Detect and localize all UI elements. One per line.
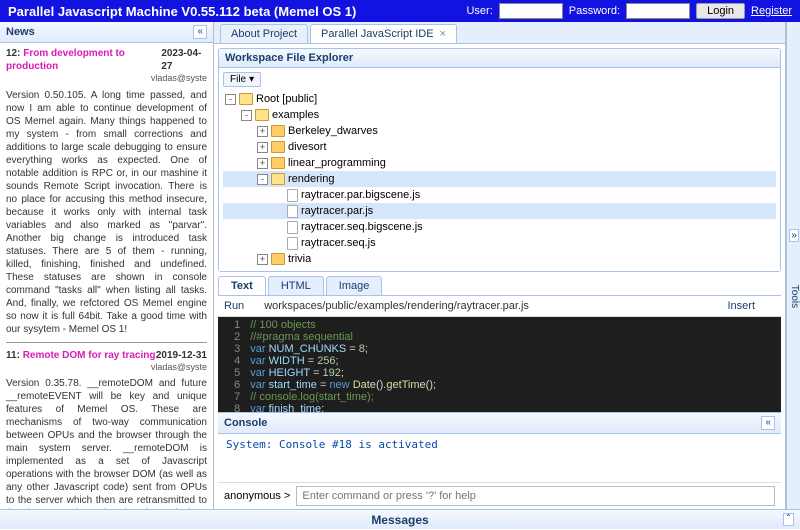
news-header: News « [0, 22, 213, 43]
tree-toggle-icon[interactable]: + [257, 142, 268, 153]
login-area: User: Password: Login Register [466, 3, 792, 19]
console-header: Console « [218, 413, 781, 434]
tree-folder[interactable]: + Berkeley_dwarves [223, 123, 776, 139]
file-icon [287, 189, 298, 202]
close-icon[interactable]: × [440, 28, 446, 40]
folder-icon [271, 141, 285, 153]
news-item: 12: From development to production2023-0… [6, 47, 207, 343]
editor-tab-text[interactable]: Text [218, 276, 266, 295]
password-input[interactable] [626, 3, 690, 19]
explorer-header: Workspace File Explorer [219, 49, 780, 68]
tree-toggle-icon[interactable] [273, 206, 284, 217]
tree-toggle-icon[interactable]: - [241, 110, 252, 121]
tab-parallel-javascript-ide[interactable]: Parallel JavaScript IDE× [310, 24, 457, 43]
messages-bar[interactable]: Messages ˆ [0, 509, 800, 529]
register-link[interactable]: Register [751, 5, 792, 17]
folder-icon [271, 157, 285, 169]
chevron-down-icon: ▾ [249, 74, 254, 85]
prompt-label: anonymous > [224, 490, 290, 502]
tree-label: divesort [288, 141, 327, 153]
tree-toggle-icon[interactable] [273, 238, 284, 249]
file-icon [287, 205, 298, 218]
file-path: workspaces/public/examples/rendering/ray… [264, 300, 529, 312]
messages-expand-button[interactable]: ˆ [783, 513, 794, 526]
file-explorer: Workspace File Explorer File ▾ -Root [pu… [218, 48, 781, 272]
tree-folder[interactable]: - examples [223, 107, 776, 123]
news-title-label: News [6, 26, 35, 38]
file-icon [287, 237, 298, 250]
editor-tab-html[interactable]: HTML [268, 276, 324, 295]
messages-label: Messages [371, 513, 428, 527]
main-tabstrip: About ProjectParallel JavaScript IDE× [214, 22, 785, 44]
folder-icon [271, 173, 285, 185]
gutter: 1234567891011 [218, 317, 246, 412]
news-item: 11: Remote DOM for ray tracing2019-12-31… [6, 349, 207, 509]
tools-strip[interactable]: » Tools [786, 22, 800, 509]
tree-toggle-icon[interactable]: + [257, 254, 268, 265]
tree-file[interactable]: raytracer.par.bigscene.js [223, 187, 776, 203]
tree-label: examples [272, 109, 319, 121]
file-tree: -Root [public]-examples+Berkeley_dwarves… [223, 91, 776, 267]
app-title: Parallel Javascript Machine V0.55.112 be… [8, 4, 466, 19]
tree-toggle-icon[interactable] [273, 222, 284, 233]
tree-file[interactable]: raytracer.seq.bigscene.js [223, 219, 776, 235]
tree-toggle-icon[interactable]: - [257, 174, 268, 185]
user-label: User: [466, 5, 492, 17]
tab-about-project[interactable]: About Project [220, 24, 308, 43]
tree-folder[interactable]: + divesort [223, 139, 776, 155]
code-lines[interactable]: // 100 objects //#pragma sequential var … [246, 317, 563, 412]
tools-label: Tools [789, 285, 800, 308]
login-button[interactable]: Login [696, 3, 745, 19]
console-title: Console [224, 417, 267, 429]
tree-toggle-icon[interactable]: + [257, 158, 268, 169]
tree-file[interactable]: raytracer.seq.js [223, 235, 776, 251]
folder-icon [239, 93, 253, 105]
tree-toggle-icon[interactable]: - [225, 94, 236, 105]
ide-body: Workspace File Explorer File ▾ -Root [pu… [214, 44, 785, 509]
tree-folder[interactable]: + linear_programming [223, 155, 776, 171]
command-row: anonymous > [218, 482, 781, 509]
folder-icon [255, 109, 269, 121]
center-panel: About ProjectParallel JavaScript IDE× Wo… [214, 22, 786, 509]
code-editor[interactable]: 1234567891011 // 100 objects //#pragma s… [218, 317, 781, 412]
folder-icon [271, 125, 285, 137]
explorer-title: Workspace File Explorer [225, 52, 353, 64]
tree-label: raytracer.seq.bigscene.js [301, 221, 423, 233]
file-icon [287, 221, 298, 234]
app-header: Parallel Javascript Machine V0.55.112 be… [0, 0, 800, 22]
tree-label: rendering [288, 173, 334, 185]
news-collapse-button[interactable]: « [193, 25, 207, 39]
insert-indicator: Insert [727, 300, 755, 312]
tree-folder[interactable]: - rendering [223, 171, 776, 187]
tree-label: raytracer.seq.js [301, 237, 376, 249]
runbar: Run workspaces/public/examples/rendering… [218, 296, 781, 317]
tree-label: Root [public] [256, 93, 317, 105]
tree-label: raytracer.par.js [301, 205, 373, 217]
tree-label: raytracer.par.bigscene.js [301, 189, 420, 201]
news-panel: News « 12: From development to productio… [0, 22, 214, 509]
tools-expand-button[interactable]: » [789, 229, 799, 242]
editor-tab-image[interactable]: Image [326, 276, 383, 295]
tree-file[interactable]: raytracer.par.js [223, 203, 776, 219]
user-input[interactable] [499, 3, 563, 19]
tree-label: linear_programming [288, 157, 386, 169]
news-body: 12: From development to production2023-0… [0, 43, 213, 509]
tree-label: Berkeley_dwarves [288, 125, 378, 137]
tree-toggle-icon[interactable]: + [257, 126, 268, 137]
tree-folder[interactable]: + trivia [223, 251, 776, 267]
console-panel: Console « System: Console #18 is activat… [218, 412, 781, 509]
console-collapse-button[interactable]: « [761, 416, 775, 430]
tree-folder[interactable]: - Root [public] [223, 91, 776, 107]
command-input[interactable] [296, 486, 775, 506]
tree-label: trivia [288, 253, 311, 265]
editor-tabstrip: TextHTMLImage [218, 276, 781, 296]
tree-toggle-icon[interactable] [273, 190, 284, 201]
password-label: Password: [569, 5, 620, 17]
file-menu[interactable]: File ▾ [223, 72, 261, 87]
console-output: System: Console #18 is activated [218, 434, 781, 482]
run-button[interactable]: Run [224, 300, 244, 312]
file-menu-label: File [230, 74, 246, 85]
folder-icon [271, 253, 285, 265]
